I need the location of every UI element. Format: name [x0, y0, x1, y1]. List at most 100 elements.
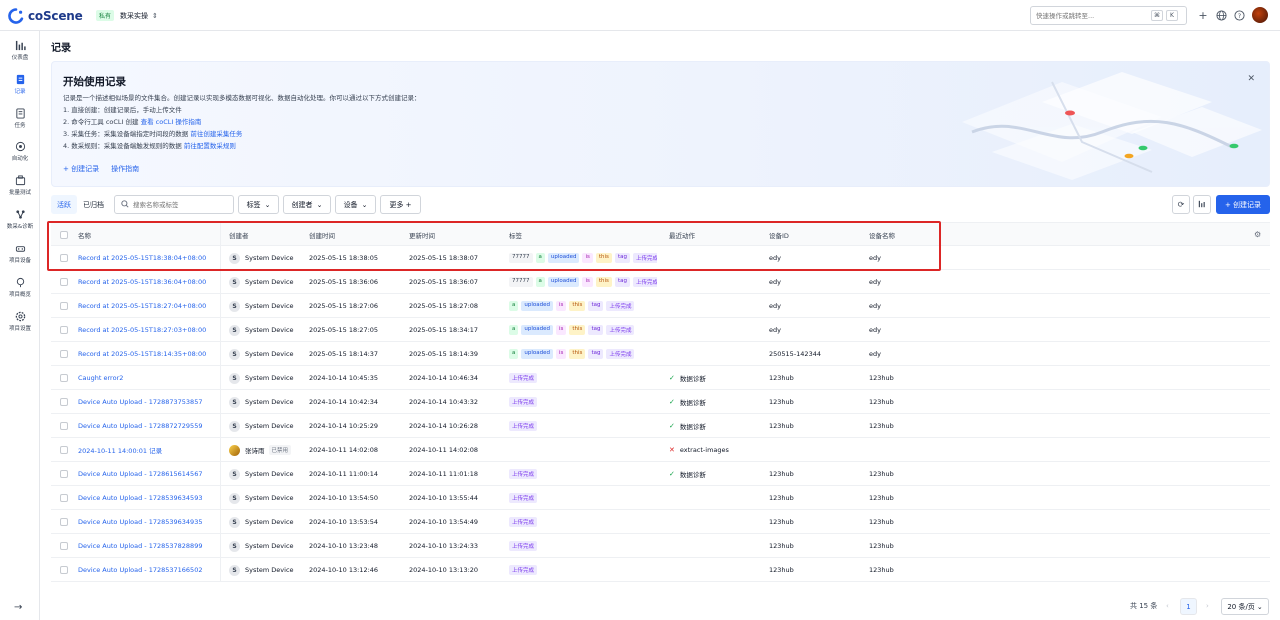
tab-archived[interactable]: 已归档 [77, 195, 110, 214]
tag-chip[interactable]: uploaded [547, 253, 580, 263]
record-name-link[interactable]: Device Auto Upload - 1728539634593 [78, 486, 202, 510]
record-name-link[interactable]: 2024-10-11 14:00:01 记录 [78, 438, 162, 462]
tag-chip[interactable]: a [509, 301, 519, 311]
column-header-creator[interactable]: 创建者 [229, 223, 249, 247]
record-name-link[interactable]: Caught error2 [78, 366, 123, 390]
pagination-next[interactable]: › [1206, 598, 1209, 614]
record-name-link[interactable]: Record at 2025-05-15T18:38:04+08:00 [78, 246, 206, 270]
tag-chip[interactable]: uploaded [521, 349, 553, 359]
sidebar-item-diagnosis[interactable]: 数采&诊断 [0, 209, 40, 230]
tag-chip[interactable]: tag [588, 325, 604, 335]
globe-icon[interactable] [1215, 9, 1227, 21]
row-checkbox[interactable] [60, 462, 68, 486]
tag-chip[interactable]: 上传完成 [509, 373, 538, 383]
row-checkbox[interactable] [60, 318, 68, 342]
tag-chip[interactable]: this [595, 253, 612, 263]
column-header-device-name[interactable]: 设备名称 [869, 223, 895, 247]
user-avatar[interactable] [1252, 7, 1268, 23]
record-name-link[interactable]: Device Auto Upload - 1728537166502 [78, 558, 202, 582]
collect-task-link[interactable]: 前往创建采集任务 [190, 130, 242, 138]
banner-create-record-link[interactable]: + 创建记录 [63, 164, 99, 174]
tag-chip[interactable]: 77777 [509, 253, 533, 263]
tag-chip[interactable]: a [509, 349, 519, 359]
record-name-link[interactable]: Device Auto Upload - 1728615614567 [78, 462, 202, 486]
row-checkbox[interactable] [60, 534, 68, 558]
cocli-guide-link[interactable]: 查看 coCLI 操作指南 [141, 118, 202, 126]
select-all-checkbox[interactable] [60, 223, 68, 247]
row-checkbox[interactable] [60, 558, 68, 582]
row-checkbox[interactable] [60, 366, 68, 390]
logo[interactable]: coScene [8, 8, 83, 24]
plus-icon[interactable]: + [1197, 9, 1209, 22]
row-checkbox[interactable] [60, 414, 68, 438]
tag-chip[interactable]: 上传完成 [606, 325, 635, 335]
record-name-link[interactable]: Record at 2025-05-15T18:27:03+08:00 [78, 318, 206, 342]
sidebar-item-batch-test[interactable]: 批量测试 [0, 175, 40, 196]
row-checkbox[interactable] [60, 270, 68, 294]
collect-rule-link[interactable]: 前往配置数采规则 [184, 142, 236, 150]
row-checkbox[interactable] [60, 486, 68, 510]
row-checkbox[interactable] [60, 510, 68, 534]
tag-chip[interactable]: 上传完成 [509, 541, 538, 551]
table-row[interactable]: Device Auto Upload - 1728537828899 S Syste… [51, 534, 1270, 558]
row-checkbox[interactable] [60, 438, 68, 462]
tag-chip[interactable]: uploaded [521, 325, 553, 335]
tag-chip[interactable]: uploaded [547, 277, 580, 287]
row-checkbox[interactable] [60, 390, 68, 414]
tag-chip[interactable]: 上传完成 [509, 421, 538, 431]
record-name-link[interactable]: Record at 2025-05-15T18:14:35+08:00 [78, 342, 206, 366]
tag-chip[interactable]: is [555, 301, 567, 311]
table-row[interactable]: Device Auto Upload - 1728539634593 S Syste… [51, 486, 1270, 510]
tag-chip[interactable]: a [509, 325, 519, 335]
tag-chip[interactable]: 上传完成 [509, 469, 538, 479]
tag-chip[interactable]: tag [588, 301, 604, 311]
help-icon[interactable]: ? [1233, 9, 1245, 21]
sidebar-item-dashboard[interactable]: 仪表盘 [0, 40, 40, 61]
sidebar-item-devices[interactable]: 项目设备 [0, 243, 40, 264]
sidebar-item-records[interactable]: 记录 [0, 74, 40, 95]
table-row[interactable]: Device Auto Upload - 1728873753857 S Syste… [51, 390, 1270, 414]
table-row[interactable]: Device Auto Upload - 1728539634935 S Syste… [51, 510, 1270, 534]
project-switcher[interactable]: 私有 数采实操 ⇕ [96, 10, 158, 21]
table-row[interactable]: Caught error2 S System Device 2024-10-14 10… [51, 366, 1270, 390]
tag-chip[interactable]: 上传完成 [632, 277, 657, 287]
record-search-input[interactable] [133, 200, 233, 209]
tag-chip[interactable]: is [582, 277, 593, 287]
arrow-right-icon[interactable]: → [14, 602, 22, 613]
tag-chip[interactable]: this [595, 277, 612, 287]
table-row[interactable]: Device Auto Upload - 1728537166502 S Syste… [51, 558, 1270, 582]
tag-chip[interactable]: 77777 [509, 277, 533, 287]
record-name-link[interactable]: Device Auto Upload - 1728873753857 [78, 390, 202, 414]
device-filter-button[interactable]: 设备 ⌄ [335, 195, 376, 214]
sidebar-item-settings[interactable]: 项目设置 [0, 311, 40, 332]
column-header-tags[interactable]: 标签 [509, 223, 522, 247]
table-row[interactable]: Device Auto Upload - 1728872729559 S Syste… [51, 414, 1270, 438]
tag-chip[interactable]: 上传完成 [606, 301, 635, 311]
tag-chip[interactable]: this [569, 325, 586, 335]
pagination-prev[interactable]: ‹ [1166, 598, 1169, 614]
table-row[interactable]: Record at 2025-05-15T18:14:35+08:00 S Syst… [51, 342, 1270, 366]
record-name-link[interactable]: Record at 2025-05-15T18:36:04+08:00 [78, 270, 206, 294]
record-search[interactable] [114, 195, 234, 214]
global-search[interactable]: ⌘ K [1030, 6, 1187, 25]
column-header-updated[interactable]: 更新时间 [409, 223, 435, 247]
table-row[interactable]: Record at 2025-05-15T18:27:03+08:00 S Syst… [51, 318, 1270, 342]
table-row[interactable]: Record at 2025-05-15T18:36:04+08:00 S Syst… [51, 270, 1270, 294]
sidebar-item-overview[interactable]: 项目概览 [0, 277, 40, 298]
tag-chip[interactable]: 上传完成 [509, 493, 538, 503]
pagination-page-1[interactable]: 1 [1180, 598, 1197, 615]
creator-filter-button[interactable]: 创建者 ⌄ [283, 195, 331, 214]
table-row[interactable]: Record at 2025-05-15T18:27:04+08:00 S Syst… [51, 294, 1270, 318]
tag-chip[interactable]: a [535, 253, 545, 263]
sidebar-item-tasks[interactable]: 任务 [0, 108, 40, 129]
tag-chip[interactable]: tag [614, 277, 630, 287]
row-checkbox[interactable] [60, 342, 68, 366]
tag-chip[interactable]: 上传完成 [509, 517, 538, 527]
more-filters-button[interactable]: 更多 + [380, 195, 421, 214]
column-header-last-action[interactable]: 最近动作 [669, 223, 695, 247]
refresh-button[interactable]: ⟳ [1172, 195, 1190, 214]
tags-filter-button[interactable]: 标签 ⌄ [238, 195, 279, 214]
tag-chip[interactable]: a [535, 277, 545, 287]
chart-button[interactable] [1193, 195, 1211, 214]
table-row[interactable]: 2024-10-11 14:00:01 记录 张诗雨 已禁用 2024-10-11 1… [51, 438, 1270, 462]
